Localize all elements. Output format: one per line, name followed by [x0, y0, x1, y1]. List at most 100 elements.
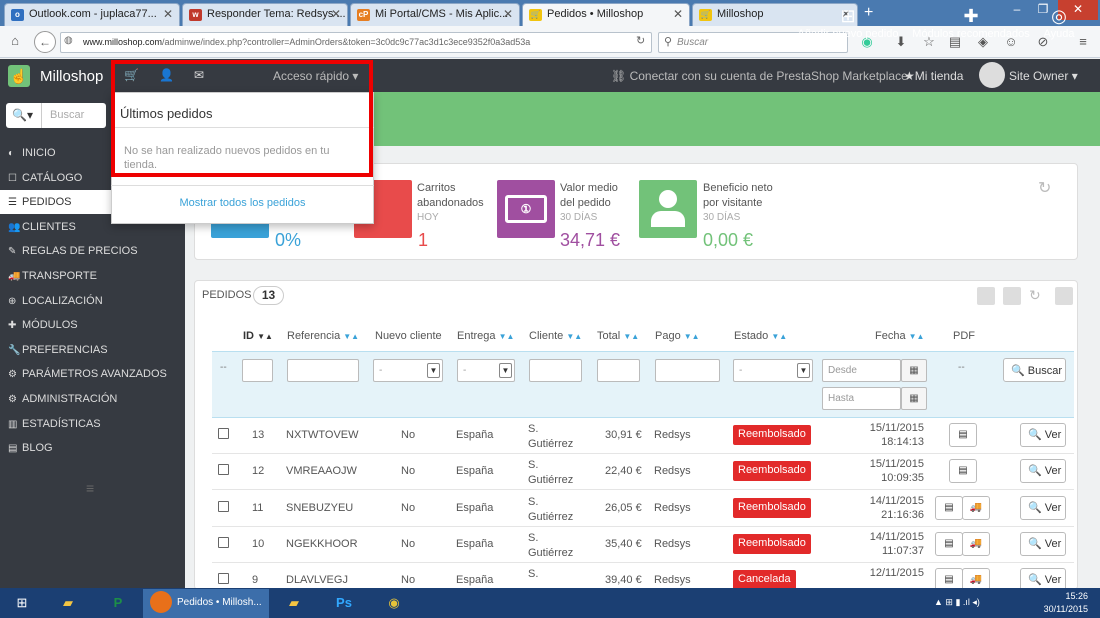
marketplace-link[interactable]: ⛓ Conectar con su cuenta de PrestaShop M…: [611, 69, 908, 83]
back-icon[interactable]: ←: [34, 31, 56, 53]
close-tab-icon[interactable]: ✕: [503, 7, 513, 21]
view-button[interactable]: 🔍 Ver: [1020, 531, 1066, 556]
close-tab-icon[interactable]: ✕: [331, 7, 341, 21]
row-checkbox[interactable]: [218, 536, 229, 548]
invoice-icon[interactable]: ▤: [949, 459, 977, 484]
sidebar-item-label: ADMINISTRACIÓN: [22, 393, 118, 405]
cart-icon: 🛒: [699, 9, 712, 21]
export-icon[interactable]: [1003, 287, 1021, 305]
row-checkbox[interactable]: [218, 428, 229, 439]
add-order-button[interactable]: ⊞ Añadir nuevo pedido: [795, 0, 901, 54]
add-icon[interactable]: [977, 287, 995, 305]
windows-start-icon[interactable]: ⊞: [0, 590, 44, 616]
filter-client-input[interactable]: [529, 359, 582, 382]
row-checkbox[interactable]: [218, 500, 229, 512]
url-bar[interactable]: www.milloshop.com/adminwe/index.php?cont…: [60, 32, 652, 53]
sidebar-item-administración[interactable]: ⚙ ADMINISTRACIÓN: [0, 387, 185, 411]
order-reference: NXTWTOVEW: [286, 429, 359, 441]
sidebar-item-localización[interactable]: ⊕ LOCALIZACIÓN: [0, 289, 185, 313]
filter-id-input[interactable]: [242, 359, 273, 382]
filter-delivery-select[interactable]: - ▼: [457, 359, 515, 382]
avatar[interactable]: [979, 62, 1005, 88]
sidebar-item-módulos[interactable]: ✚ MÓDULOS: [0, 313, 185, 337]
sidebar-item-blog[interactable]: ▤ BLOG: [0, 436, 185, 460]
col-status[interactable]: Estado ▼▲: [734, 330, 787, 342]
view-button[interactable]: 🔍 Ver: [1020, 459, 1066, 484]
photoshop-icon[interactable]: Ps: [322, 590, 366, 616]
search-button[interactable]: 🔍 Buscar: [1003, 358, 1066, 382]
browser-tab-outlook[interactable]: o Outlook.com - juplaca77... ✕: [4, 3, 180, 26]
owner-menu[interactable]: Site Owner ▾: [1009, 69, 1078, 83]
invoice-icon[interactable]: ▤: [935, 531, 963, 556]
project-app-icon[interactable]: P: [96, 590, 140, 616]
file-explorer-icon[interactable]: ▰: [46, 590, 90, 616]
table-row[interactable]: 10 NGEKKHOOR No España S. Gutiérrez 35,40 € Red…: [212, 527, 1074, 563]
filter-total-input[interactable]: [597, 359, 640, 382]
recommended-modules-button[interactable]: ✚ Módulos recomendados: [911, 0, 1031, 54]
row-checkbox[interactable]: [218, 573, 229, 585]
sidebar-item-reglas-de-precios[interactable]: ✎ REGLAS DE PRECIOS: [0, 239, 185, 263]
close-tab-icon[interactable]: ✕: [163, 7, 173, 21]
close-tab-icon[interactable]: ✕: [673, 7, 683, 21]
refresh-list-icon[interactable]: ↻: [1029, 287, 1047, 305]
table-row[interactable]: 12 VMREAAOJW No España S. Gutiérrez 22,40 € Red…: [212, 454, 1074, 491]
refresh-icon[interactable]: ↻: [1038, 178, 1051, 198]
calendar-icon[interactable]: ▦: [901, 387, 927, 410]
order-client: S. Gutiérrez: [528, 423, 574, 450]
money-icon: ①: [497, 180, 555, 238]
row-checkbox[interactable]: [218, 464, 229, 476]
browser-tab-forum[interactable]: w Responder Tema: Redsys ... ✕: [182, 3, 348, 26]
col-id[interactable]: ID ▼▲: [243, 330, 273, 342]
table-row[interactable]: 11 SNEBUZYEU No España S. Gutiérrez 26,05 € Red…: [212, 491, 1074, 527]
invoice-icon[interactable]: ▤: [935, 495, 963, 520]
folder-icon[interactable]: ▰: [272, 590, 316, 616]
delivery-slip-icon[interactable]: 🚚: [962, 495, 990, 520]
wrench-icon: 🔧: [8, 344, 21, 356]
col-total[interactable]: Total ▼▲: [597, 330, 639, 342]
filter-status-select[interactable]: - ▼: [733, 359, 813, 382]
sidebar-item-estadísticas[interactable]: ▥ ESTADÍSTICAS: [0, 412, 185, 436]
filter-date-from-input[interactable]: Desde: [822, 359, 901, 382]
table-row[interactable]: 13 NXTWTOVEW No España S. Gutiérrez 30,91 € Red…: [212, 418, 1074, 454]
sidebar-item-parámetros-avanzados[interactable]: ⚙ PARÁMETROS AVANZADOS: [0, 362, 185, 386]
cart-icon: 🛒: [529, 9, 542, 21]
col-reference[interactable]: Referencia ▼▲: [287, 330, 359, 342]
sidebar-search-icon[interactable]: 🔍▾: [6, 103, 42, 128]
my-shop-link[interactable]: ★Mi tienda: [904, 69, 963, 83]
home-icon[interactable]: ⌂: [6, 33, 24, 51]
col-client[interactable]: Cliente ▼▲: [529, 330, 582, 342]
filter-new-client-select[interactable]: - ▼: [373, 359, 443, 382]
filter-payment-input[interactable]: [655, 359, 720, 382]
delivery-slip-icon[interactable]: 🚚: [962, 531, 990, 556]
order-delivery: España: [456, 537, 494, 550]
col-payment[interactable]: Pago ▼▲: [655, 330, 700, 342]
chrome-icon[interactable]: ◉: [372, 590, 416, 616]
sidebar-item-preferencias[interactable]: 🔧 PREFERENCIAS: [0, 338, 185, 362]
sql-icon[interactable]: [1055, 287, 1073, 305]
link-icon: ⛓: [611, 69, 630, 83]
filter-reference-input[interactable]: [287, 359, 359, 382]
order-id: 9: [252, 574, 259, 587]
view-button[interactable]: 🔍 Ver: [1020, 495, 1066, 520]
clock[interactable]: 15:26 30/11/2015: [1044, 590, 1088, 616]
help-button[interactable]: ◎ Ayuda: [1041, 0, 1077, 54]
plus-icon: ⊞: [840, 6, 856, 26]
order-date: 15/11/2015 18:14:13: [869, 422, 924, 448]
sidebar-item-transporte[interactable]: 🚚 TRANSPORTE: [0, 264, 185, 288]
show-all-orders-link[interactable]: Mostrar todos los pedidos: [111, 197, 374, 209]
browser-tab-pedidos[interactable]: 🛒 Pedidos • Milloshop ✕: [522, 3, 690, 26]
zoom-icon: 🔍: [1028, 501, 1042, 514]
view-button[interactable]: 🔍 Ver: [1020, 423, 1066, 447]
reload-icon[interactable]: ↻: [636, 34, 645, 47]
system-tray-icons[interactable]: ▲ ⊞ ▮ .ıl ◂): [934, 597, 980, 608]
calendar-icon[interactable]: ▦: [901, 359, 927, 382]
browser-tab-cpanel[interactable]: cP Mi Portal/CMS - Mis Aplic... ✕: [350, 3, 520, 26]
col-delivery[interactable]: Entrega ▼▲: [457, 330, 514, 342]
shop-name[interactable]: Milloshop: [0, 59, 110, 92]
collapse-sidebar-icon[interactable]: ≡: [86, 480, 94, 496]
order-delivery: España: [456, 429, 494, 441]
invoice-icon[interactable]: ▤: [949, 423, 977, 447]
filter-date-to-input[interactable]: Hasta: [822, 387, 901, 410]
col-date[interactable]: Fecha ▼▲: [875, 330, 924, 342]
col-new-client: Nuevo cliente: [375, 330, 442, 342]
